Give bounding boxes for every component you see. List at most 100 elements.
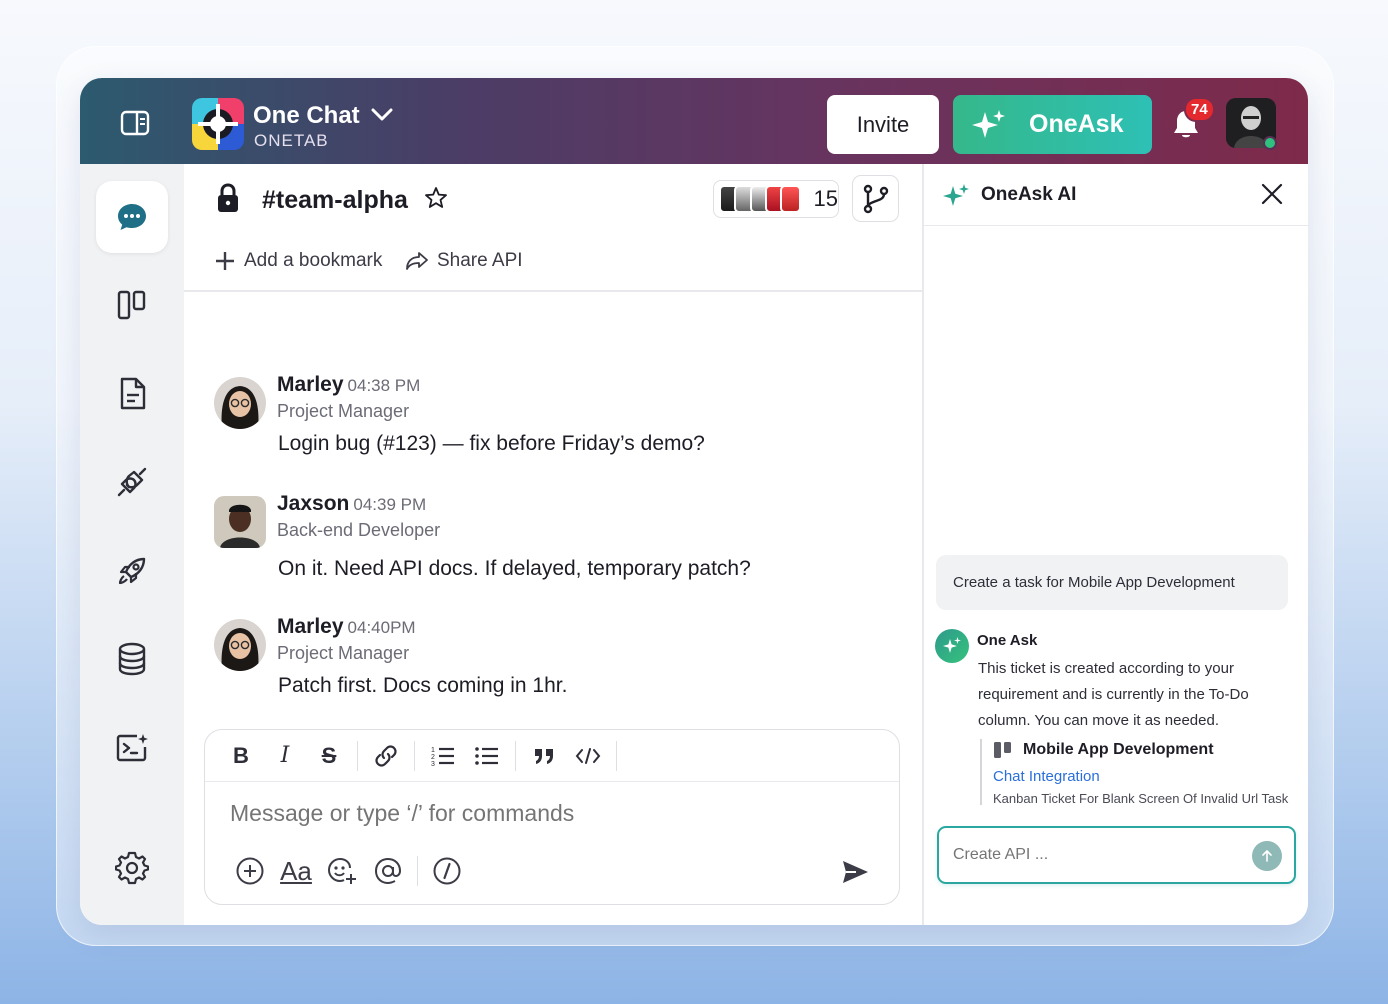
mention-button[interactable]	[365, 854, 411, 888]
message-author[interactable]: Marley 04:38 PM	[277, 373, 420, 397]
emoji-button[interactable]	[319, 854, 365, 888]
close-icon[interactable]	[1260, 182, 1284, 206]
board-icon	[117, 290, 146, 320]
quote-icon	[535, 748, 553, 764]
link-icon	[375, 744, 397, 767]
code-icon	[575, 747, 601, 764]
oneask-avatar	[935, 629, 969, 663]
thread-branch-button[interactable]	[852, 175, 899, 222]
sidebar-item-integrations[interactable]	[96, 446, 168, 518]
brand-logo[interactable]	[192, 98, 244, 150]
message-text: On it. Need API docs. If delayed, tempor…	[278, 557, 751, 580]
top-bar: One Chat ONETAB Invite OneAsk 74	[80, 78, 1308, 164]
at-sign-icon	[374, 857, 402, 885]
message-time: 04:39 PM	[353, 495, 427, 514]
toolbar-divider	[417, 856, 418, 886]
plug-icon	[117, 467, 147, 497]
formatting-toolbar: B I S 1 2 3	[205, 730, 899, 782]
invite-button[interactable]: Invite	[827, 95, 939, 154]
git-branch-icon	[863, 184, 888, 213]
ai-panel-header: OneAsk AI	[924, 164, 1308, 226]
online-status-dot	[1263, 136, 1277, 150]
attach-button[interactable]	[227, 854, 273, 888]
database-icon	[118, 642, 146, 676]
member-count: 15	[813, 186, 838, 211]
message-composer: B I S 1 2 3 Message or type ‘/’ for comm…	[204, 729, 900, 905]
chevron-down-icon[interactable]	[370, 106, 394, 124]
sidebar-item-docs[interactable]	[96, 358, 168, 430]
message-input[interactable]	[230, 800, 830, 827]
strikethrough-button[interactable]: S	[307, 740, 351, 772]
share-arrow-icon	[406, 252, 428, 270]
svg-text:3: 3	[431, 761, 435, 768]
ai-panel-title: OneAsk AI	[981, 184, 1077, 205]
message-role: Project Manager	[277, 643, 410, 663]
message-text: Login bug (#123) — fix before Friday’s d…	[278, 432, 705, 455]
star-icon[interactable]	[424, 186, 448, 210]
channel-view: #team-alpha 15 Add a bookmark Share API …	[184, 164, 922, 925]
toolbar-divider	[357, 740, 358, 771]
ai-response-text: This ticket is created according to your…	[978, 660, 1249, 729]
message-author[interactable]: Jaxson 04:39 PM	[277, 492, 426, 516]
ticket-link[interactable]: Chat Integration	[993, 768, 1100, 785]
share-api-button[interactable]: Share API	[405, 250, 523, 272]
sidebar-item-ai-console[interactable]	[96, 712, 168, 784]
sidebar-item-board[interactable]	[96, 269, 168, 341]
send-icon[interactable]	[840, 858, 870, 886]
channel-name: #team-alpha	[262, 186, 408, 214]
code-button[interactable]	[566, 740, 610, 772]
slash-command-icon	[433, 857, 461, 885]
toolbar-divider	[414, 740, 415, 771]
sidebar-item-settings[interactable]	[96, 832, 168, 904]
bullet-list-icon	[475, 746, 498, 765]
document-icon	[120, 377, 146, 410]
avatar[interactable]	[214, 496, 266, 548]
share-api-label: Share API	[437, 250, 523, 271]
member-list-button[interactable]: 15	[713, 180, 839, 218]
app-window: One Chat ONETAB Invite OneAsk 74 #team-a…	[80, 78, 1308, 925]
oneask-button[interactable]: OneAsk	[953, 95, 1152, 154]
avatar[interactable]	[214, 377, 266, 429]
bullet-list-button[interactable]	[465, 740, 509, 772]
sparkle-icon	[943, 184, 969, 206]
add-bookmark-label: Add a bookmark	[244, 250, 383, 271]
emoji-add-icon	[327, 857, 356, 884]
rocket-icon	[118, 557, 146, 585]
quote-button[interactable]	[522, 740, 566, 772]
toolbar-divider	[515, 740, 516, 771]
sidebar-item-database[interactable]	[96, 623, 168, 695]
chat-bubble-icon	[118, 204, 146, 230]
kanban-icon	[994, 742, 1011, 758]
message-author[interactable]: Marley 04:40PM	[277, 615, 416, 639]
member-avatar	[780, 185, 802, 213]
text-format-button[interactable]: Aa	[273, 854, 319, 888]
svg-text:1: 1	[431, 747, 435, 754]
avatar[interactable]	[214, 619, 266, 671]
sidebar-item-launch[interactable]	[96, 535, 168, 607]
arrow-up-icon	[1262, 850, 1272, 862]
composer-actions: Aa	[227, 854, 470, 888]
sidebar-item-chat[interactable]	[96, 181, 168, 253]
ticket-card[interactable]: Mobile App Development Chat Integration …	[980, 739, 1302, 806]
message-time: 04:38 PM	[347, 376, 421, 395]
ordered-list-button[interactable]: 1 2 3	[421, 740, 465, 772]
ai-send-button[interactable]	[1252, 841, 1282, 871]
plus-circle-icon	[236, 857, 264, 885]
panel-toggle-icon[interactable]	[120, 110, 150, 136]
italic-button[interactable]: I	[263, 740, 307, 772]
brand-name[interactable]: One Chat	[253, 102, 360, 130]
ai-prompt-input[interactable]	[953, 846, 1233, 864]
ticket-subtitle: Kanban Ticket For Blank Screen Of Invali…	[993, 791, 1289, 806]
message-time: 04:40PM	[347, 618, 416, 637]
bold-button[interactable]: B	[219, 740, 263, 772]
workspace-name: ONETAB	[254, 131, 329, 150]
slash-command-button[interactable]	[424, 854, 470, 888]
ticket-project-label: Mobile App Development	[1023, 741, 1214, 758]
sparkle-icon	[943, 637, 961, 653]
ai-response-author: One Ask	[977, 632, 1038, 649]
add-bookmark-button[interactable]: Add a bookmark	[214, 250, 382, 272]
ordered-list-icon: 1 2 3	[431, 747, 454, 768]
link-button[interactable]	[364, 740, 408, 772]
toolbar-divider	[616, 740, 617, 771]
oneask-label: OneAsk	[1029, 110, 1124, 138]
